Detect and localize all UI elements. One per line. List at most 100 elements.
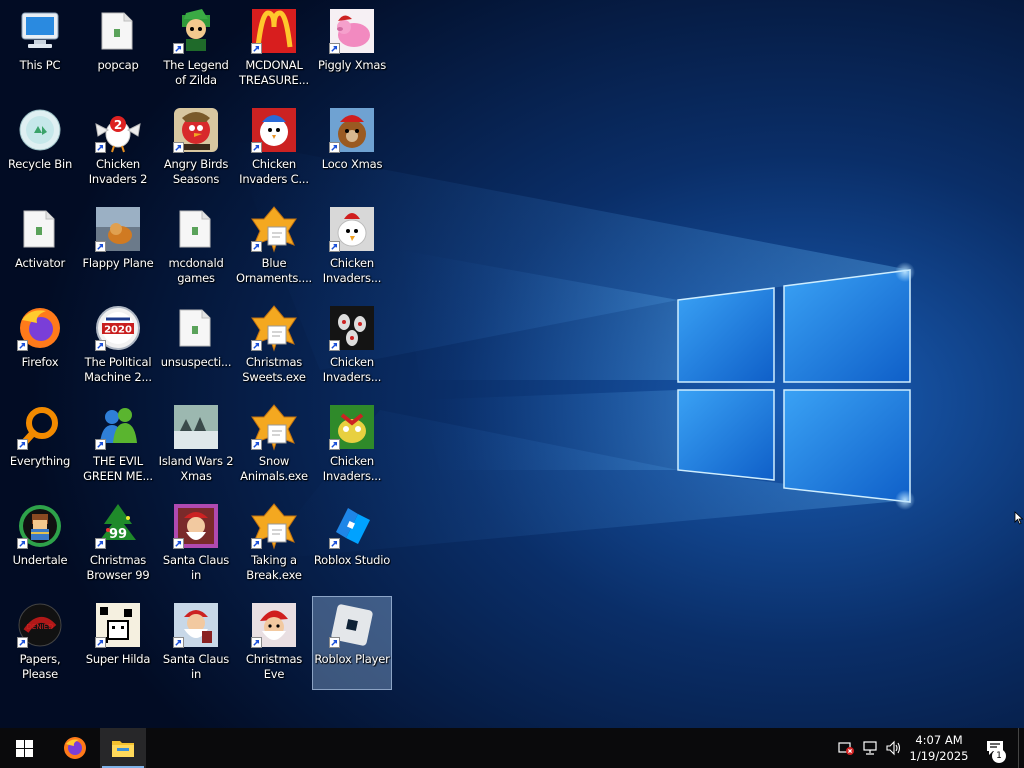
desktop-icon-label: Undertale [12,553,68,567]
christmas-browser-icon: 99 [94,502,142,550]
desktop-icon[interactable]: Loco Xmas [313,102,391,194]
taskbar-clock[interactable]: 4:07 AM 1/19/2025 [905,728,973,768]
start-button[interactable] [0,728,48,768]
screensaver-exe-icon [250,502,298,550]
desktop-icon[interactable]: popcap [79,3,157,95]
desktop-icon-grid: This PC Recycle Bin Activator Firefox Everyt… [0,0,1024,728]
desktop-icon[interactable]: Santa Claus in Trouble [157,498,235,590]
desktop-icon[interactable]: Piggly Xmas [313,3,391,95]
shortcut-arrow-icon [173,538,184,549]
desktop-icon[interactable]: This PC [1,3,79,95]
desktop-icon[interactable]: mcdonald games [157,201,235,293]
desktop-icon[interactable]: Chicken Invaders... [313,399,391,491]
desktop-icon-label: Santa Claus in Trouble... A... [162,652,230,681]
desktop-icon-label: Chicken Invaders... [322,355,382,384]
shortcut-arrow-icon [173,43,184,54]
taskbar-firefox-button[interactable] [52,728,98,768]
desktop-icon[interactable]: Chicken Invaders C... [235,102,313,194]
shortcut-arrow-icon [251,439,262,450]
desktop-icon[interactable]: MCDONAL TREASURE... [235,3,313,95]
desktop-icon[interactable]: Snow Animals.exe [235,399,313,491]
shortcut-arrow-icon [251,43,262,54]
shortcut-arrow-icon [251,340,262,351]
file-explorer-icon [112,741,134,757]
desktop-icon-label: Chicken Invaders... [322,454,382,483]
firefox-icon [64,737,86,759]
shortcut-arrow-icon [329,439,340,450]
chicken-invaders-green-icon [328,403,376,451]
desktop-icon[interactable]: 2020 The Political Machine 2... [79,300,157,392]
desktop-icon[interactable]: Firefox [1,300,79,392]
desktop-icon-label: Flappy Plane [82,256,154,270]
desktop-icon-label: mcdonald games [168,256,224,285]
clock-date: 1/19/2025 [909,749,969,763]
shortcut-arrow-icon [251,538,262,549]
shortcut-arrow-icon [329,142,340,153]
desktop-icon[interactable]: Chicken Invaders... [313,201,391,293]
desktop-icon-label: Chicken Invaders... [322,256,382,285]
screensaver-exe-icon [250,205,298,253]
desktop-icon[interactable]: Roblox Studio [313,498,391,590]
security-warning-icon [838,742,854,755]
desktop-icon[interactable]: THE EVIL GREEN ME... [79,399,157,491]
desktop-icon[interactable]: Flappy Plane [79,201,157,293]
desktop-icon-label: Roblox Studio [313,553,391,567]
desktop-icon[interactable]: Undertale [1,498,79,590]
everything-search-icon [16,403,64,451]
tray-network[interactable] [862,740,878,756]
taskbar-file-explorer-button[interactable] [100,728,146,768]
network-icon [863,741,877,755]
desktop-icon[interactable]: Angry Birds Seasons [157,102,235,194]
evil-green-messenger-icon [94,403,142,451]
windows-start-icon [15,739,33,757]
shortcut-arrow-icon [329,637,340,648]
desktop-icon[interactable]: The Legend of Zilda [157,3,235,95]
desktop-icon-label: The Legend of Zilda [163,58,229,87]
christmas-eve-crisis-icon [250,601,298,649]
desktop-icon[interactable]: Christmas Sweets.exe [235,300,313,392]
desktop-icon[interactable]: DENIED Papers, Please [1,597,79,689]
shortcut-arrow-icon [173,142,184,153]
desktop-icon-label: Angry Birds Seasons [163,157,229,186]
papers-please-icon: DENIED [16,601,64,649]
desktop-icon[interactable]: Roblox Player [312,596,392,690]
desktop-icon[interactable]: Taking a Break.exe [235,498,313,590]
svg-text:2: 2 [114,118,122,132]
shortcut-arrow-icon [251,142,262,153]
shortcut-arrow-icon [329,340,340,351]
desktop-icon[interactable]: Activator [1,201,79,293]
roblox-player-icon [328,601,376,649]
chicken-invaders-eggs-icon [328,304,376,352]
desktop-icon-label: This PC [19,58,61,72]
desktop-icon-label: The Political Machine 2... [84,355,152,384]
desktop-icon[interactable]: Everything [1,399,79,491]
undertale-icon [16,502,64,550]
desktop-icon[interactable]: Christmas Eve Crisis [235,597,313,689]
desktop-icon[interactable]: Super Hilda [79,597,157,689]
desktop-icon[interactable]: 99 Christmas Browser 99 [79,498,157,590]
desktop-icon[interactable]: Santa Claus in Trouble... A... [157,597,235,689]
desktop-icon[interactable]: unsuspecti... [157,300,235,392]
santa-claus-trouble-2-icon [172,601,220,649]
firefox-icon [16,304,64,352]
shortcut-arrow-icon [95,538,106,549]
shortcut-arrow-icon [95,637,106,648]
desktop-icon-label: Christmas Browser 99 [86,553,150,582]
shortcut-arrow-icon [95,439,106,450]
desktop-icon[interactable]: 2 Chicken Invaders 2 [79,102,157,194]
desktop-icon-label: Snow Animals.exe [240,454,308,483]
svg-text:DENIED: DENIED [27,623,54,631]
tray-security-warning[interactable] [838,740,854,756]
folder-icon [172,205,220,253]
mcdonalds-icon [250,7,298,55]
desktop-icon-label: MCDONAL TREASURE... [239,58,309,87]
desktop-icon[interactable]: Blue Ornaments.... [235,201,313,293]
desktop-icon[interactable]: Island Wars 2 Xmas [157,399,235,491]
desktop-icon[interactable]: Chicken Invaders... [313,300,391,392]
show-desktop-button[interactable] [1018,728,1024,768]
island-wars-icon [172,403,220,451]
tray-volume[interactable] [886,740,902,756]
recycle-bin-icon [16,106,64,154]
desktop-icon[interactable]: Recycle Bin [1,102,79,194]
svg-text:2020: 2020 [104,325,132,336]
